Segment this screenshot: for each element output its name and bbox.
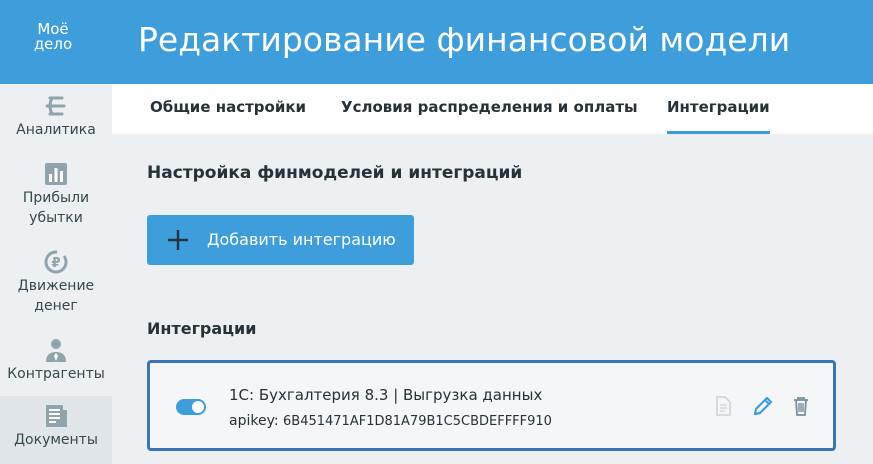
- person-icon: [42, 336, 70, 364]
- edit-pencil-icon[interactable]: [751, 394, 775, 418]
- bar-chart-icon: [42, 160, 70, 188]
- integration-apikey: apikey: 6B451471AF1D81A79B1C5CBDEFFFF910: [229, 413, 552, 429]
- documents-icon: [42, 402, 70, 430]
- sidebar-item-profit[interactable]: Прибыли убытки: [0, 160, 112, 228]
- integration-name: 1С: Бухгалтерия 8.3 | Выгрузка данных: [229, 386, 543, 404]
- document-icon[interactable]: [711, 394, 735, 418]
- logo[interactable]: Моё дело: [31, 22, 75, 52]
- section-title: Настройка финмоделей и интеграций: [147, 163, 523, 183]
- svg-text:₽: ₽: [51, 256, 60, 271]
- sidebar-item-analytics[interactable]: Аналитика: [0, 92, 112, 140]
- sidebar: Аналитика Прибыли убытки ₽ Движение дене…: [0, 84, 112, 464]
- sidebar-item-label: Движение денег: [17, 278, 95, 314]
- add-integration-button[interactable]: Добавить интеграцию: [147, 215, 414, 265]
- trash-icon[interactable]: [789, 394, 813, 418]
- sidebar-item-contractors[interactable]: Контрагенты: [0, 336, 112, 384]
- sidebar-item-label: Контрагенты: [7, 366, 105, 382]
- logo-line2: дело: [33, 35, 73, 53]
- analytics-icon: [42, 92, 70, 120]
- sidebar-item-label: Аналитика: [16, 122, 96, 138]
- tab-bar: Общие настройки Условия распределения и …: [112, 84, 873, 134]
- sidebar-item-documents[interactable]: Документы: [0, 396, 112, 464]
- tab-distribution-terms[interactable]: Условия распределения и оплаты: [341, 84, 638, 134]
- integration-card: 1С: Бухгалтерия 8.3 | Выгрузка данных ap…: [147, 360, 836, 451]
- tab-integrations[interactable]: Интеграции: [667, 84, 770, 134]
- apikey-label: apikey:: [229, 413, 279, 429]
- plus-icon: [166, 228, 190, 252]
- sidebar-item-label: Документы: [14, 432, 98, 448]
- tab-general-settings[interactable]: Общие настройки: [150, 84, 306, 134]
- money-flow-icon: ₽: [42, 248, 70, 276]
- sidebar-item-label: Прибыли убытки: [22, 190, 90, 226]
- sidebar-item-money-flow[interactable]: ₽ Движение денег: [0, 248, 112, 316]
- header: Моё дело Редактирование финансовой модел…: [0, 0, 873, 84]
- page-title: Редактирование финансовой модели: [138, 20, 791, 59]
- toggle-knob: [192, 401, 204, 413]
- add-integration-label: Добавить интеграцию: [207, 230, 396, 249]
- apikey-value: 6B451471AF1D81A79B1C5CBDEFFFF910: [283, 414, 552, 429]
- integration-toggle[interactable]: [176, 399, 206, 415]
- integrations-title: Интеграции: [147, 319, 257, 338]
